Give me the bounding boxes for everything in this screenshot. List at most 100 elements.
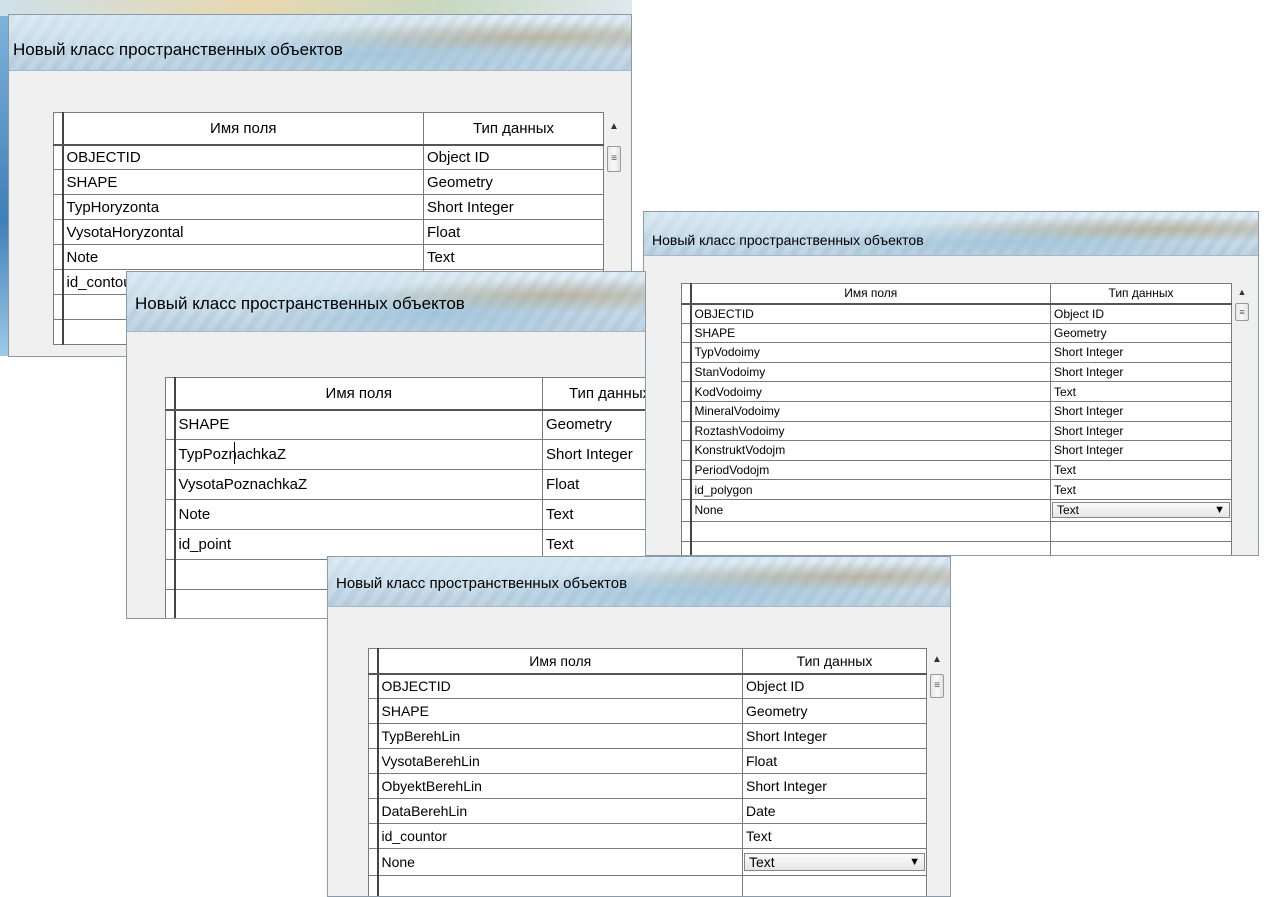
field-name-cell[interactable]: OBJECTID [690, 303, 1051, 324]
data-type-cell[interactable]: Geometry [1050, 322, 1232, 344]
field-name-cell[interactable]: SHAPE [62, 169, 424, 195]
data-type-cell[interactable]: Short Integer [1050, 342, 1232, 363]
table-row[interactable]: VysotaBerehLin Float [368, 748, 927, 774]
table-row[interactable]: SHAPE Geometry [368, 698, 927, 724]
table-row[interactable]: Note Text [53, 244, 604, 270]
field-name-cell[interactable]: TypBerehLin [377, 723, 743, 749]
data-type-cell[interactable]: Object ID [423, 144, 604, 170]
data-type-cell[interactable]: Short Integer [1050, 361, 1232, 383]
field-name-cell[interactable]: PeriodVodojm [690, 459, 1051, 481]
table-row[interactable]: DataBerehLin Date [368, 798, 927, 824]
field-name-cell[interactable]: Note [174, 499, 543, 530]
data-type-cell[interactable]: Short Integer [1050, 400, 1232, 422]
data-type-cell[interactable]: Geometry [423, 169, 604, 195]
data-type-cell[interactable]: Short Integer [742, 773, 927, 799]
column-header-data-type[interactable]: Тип данных [423, 112, 604, 146]
field-name-cell[interactable]: id_countor [377, 823, 743, 849]
table-row[interactable]: id_polygon Text [681, 479, 1232, 500]
field-name-cell[interactable]: id_polygon [690, 479, 1051, 500]
table-row[interactable]: SHAPE Geometry [165, 409, 645, 440]
dropdown-arrow-icon[interactable]: ▼ [1214, 504, 1225, 516]
row-selector[interactable] [368, 773, 379, 799]
data-type-cell[interactable]: Text [1050, 479, 1232, 500]
row-selector[interactable] [165, 439, 176, 470]
scroll-up-arrow-icon[interactable]: ▲ [605, 112, 623, 142]
data-type-cell[interactable]: Text [1050, 381, 1232, 402]
table-row-empty[interactable] [368, 875, 927, 896]
data-type-cell[interactable]: Short Integer [742, 723, 927, 749]
row-selector[interactable] [681, 303, 692, 324]
field-name-cell[interactable]: TypHoryzonta [62, 194, 424, 220]
vertical-scrollbar[interactable]: ▲ ≡ [1233, 283, 1251, 553]
table-row[interactable]: StanVodoimy Short Integer [681, 361, 1232, 383]
row-selector[interactable] [53, 169, 64, 195]
row-selector[interactable] [681, 479, 692, 500]
field-name-cell[interactable]: id_point [174, 529, 543, 560]
row-selector[interactable] [368, 723, 379, 749]
row-selector[interactable] [53, 144, 64, 170]
data-type-cell[interactable]: Text [542, 499, 645, 530]
column-header-data-type[interactable]: Тип данных [1050, 283, 1232, 305]
row-selector[interactable] [681, 400, 692, 422]
field-name-cell[interactable]: KodVodoimy [690, 381, 1051, 402]
table-row[interactable]: OBJECTID Object ID [681, 303, 1232, 324]
field-name-cell[interactable]: VysotaHoryzontal [62, 219, 424, 245]
data-type-cell[interactable]: Object ID [742, 673, 927, 699]
data-type-cell[interactable]: Float [423, 219, 604, 245]
row-selector[interactable] [681, 420, 692, 442]
column-header-data-type[interactable]: Тип данных [742, 648, 927, 675]
row-selector[interactable] [681, 459, 692, 481]
field-name-cell[interactable]: VysotaPoznachkaZ [174, 469, 543, 500]
table-row[interactable]: TypVodoimy Short Integer [681, 342, 1232, 363]
data-type-cell[interactable]: Date [742, 798, 927, 824]
row-selector[interactable] [165, 409, 176, 440]
scrollbar-grip-icon[interactable]: ≡ [607, 146, 621, 172]
row-selector[interactable] [53, 244, 64, 270]
table-row[interactable]: PeriodVodojm Text [681, 459, 1232, 481]
field-name-cell[interactable]: DataBerehLin [377, 798, 743, 824]
table-row[interactable]: TypHoryzonta Short Integer [53, 194, 604, 220]
table-row-empty[interactable] [681, 540, 1232, 555]
row-selector[interactable] [368, 748, 379, 774]
table-row[interactable]: id_point Text [165, 529, 645, 560]
table-row[interactable]: RoztashVodoimy Short Integer [681, 420, 1232, 442]
table-row-editing[interactable]: None Text ▼ [681, 498, 1232, 522]
field-name-cell[interactable]: TypPoznachkaZ [174, 439, 543, 470]
row-selector[interactable] [681, 361, 692, 383]
row-selector[interactable] [53, 194, 64, 220]
data-type-cell[interactable]: Text [742, 823, 927, 849]
table-row[interactable]: id_countor Text [368, 823, 927, 849]
data-type-cell[interactable]: Geometry [742, 698, 927, 724]
field-name-cell[interactable]: None [377, 848, 743, 876]
data-type-dropdown-cell[interactable]: Text ▼ [742, 848, 927, 876]
field-name-cell[interactable]: Note [62, 244, 424, 270]
row-selector[interactable] [165, 529, 176, 560]
row-selector[interactable] [53, 219, 64, 245]
table-row[interactable]: VysotaPoznachkaZ Float [165, 469, 645, 500]
table-row[interactable]: ObyektBerehLin Short Integer [368, 773, 927, 799]
field-name-cell[interactable]: OBJECTID [377, 673, 743, 699]
row-selector[interactable] [681, 342, 692, 363]
field-name-cell[interactable]: ObyektBerehLin [377, 773, 743, 799]
table-row[interactable]: SHAPE Geometry [681, 322, 1232, 344]
data-type-cell[interactable]: Float [542, 469, 645, 500]
row-selector[interactable] [368, 823, 379, 849]
field-name-cell[interactable]: None [690, 498, 1051, 522]
row-selector[interactable] [165, 469, 176, 500]
data-type-dropdown-cell[interactable]: Text ▼ [1050, 498, 1232, 522]
data-type-cell[interactable]: Short Integer [423, 194, 604, 220]
row-selector[interactable] [681, 440, 692, 461]
data-type-cell[interactable]: Short Integer [1050, 420, 1232, 442]
field-name-cell[interactable]: VysotaBerehLin [377, 748, 743, 774]
table-row[interactable]: VysotaHoryzontal Float [53, 219, 604, 245]
table-row-editing[interactable]: None Text ▼ [368, 848, 927, 876]
table-row[interactable]: TypPoznachkaZ Short Integer [165, 439, 645, 470]
data-type-dropdown[interactable]: Text ▼ [1052, 502, 1230, 519]
data-type-cell[interactable]: Object ID [1050, 303, 1232, 324]
row-selector[interactable] [368, 698, 379, 724]
field-name-cell[interactable]: StanVodoimy [690, 361, 1051, 383]
field-name-cell[interactable]: KonstruktVodojm [690, 440, 1051, 461]
row-selector[interactable] [53, 269, 64, 295]
table-row[interactable]: TypBerehLin Short Integer [368, 723, 927, 749]
field-name-cell[interactable]: SHAPE [377, 698, 743, 724]
